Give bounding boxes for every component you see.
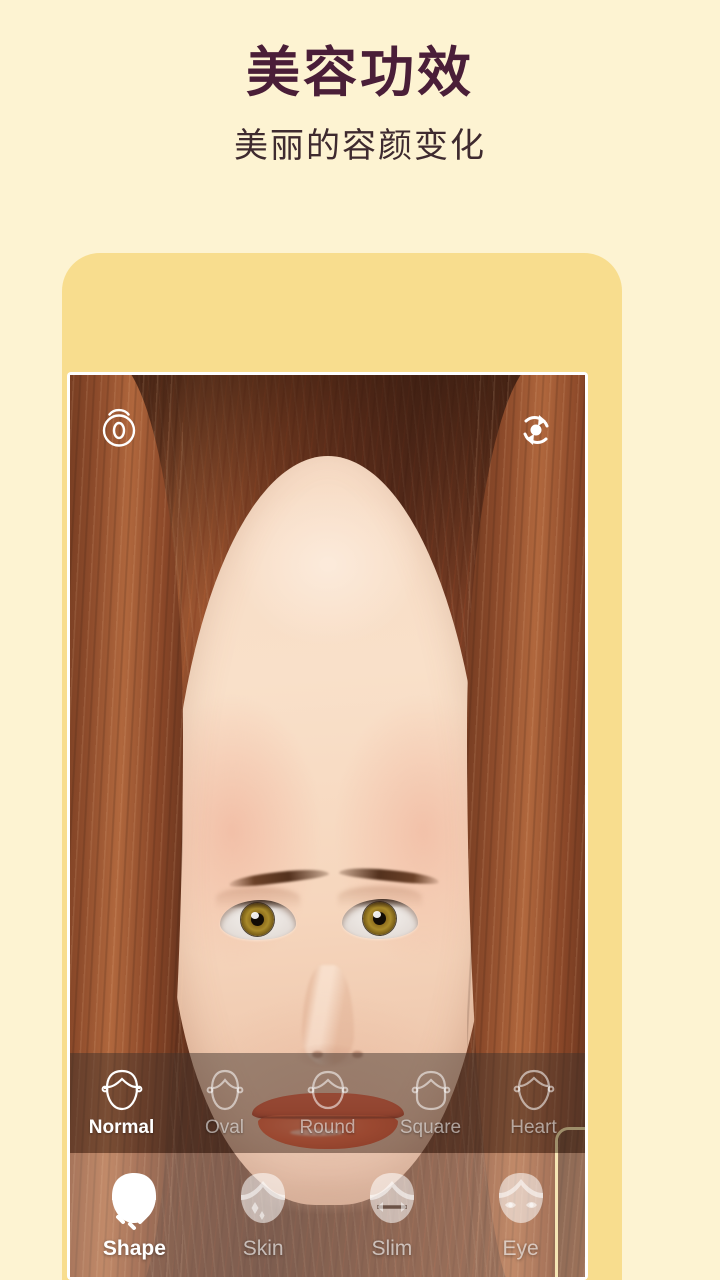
shape-option-label: Normal [88, 1116, 155, 1138]
tool-eye[interactable]: Eye [456, 1169, 585, 1261]
shape-option-label: Round [299, 1116, 356, 1138]
face-heart-icon [513, 1068, 555, 1114]
face-oval-icon [204, 1068, 246, 1114]
face-normal-icon [101, 1068, 143, 1114]
tool-label: Skin [242, 1237, 284, 1260]
beauty-tools-bar: Shape Skin Slim Eye [70, 1153, 585, 1277]
eye-left [220, 900, 296, 940]
slim-tool-icon [360, 1169, 424, 1235]
camera-preview: Before Normal [70, 375, 585, 1277]
page-subtitle: 美丽的容颜变化 [234, 127, 486, 165]
eye-tool-icon [489, 1169, 553, 1235]
shape-option-label: Square [399, 1116, 462, 1138]
shape-option-label: Oval [204, 1116, 245, 1138]
shape-option-heart[interactable]: Heart [482, 1068, 585, 1139]
shape-option-label: Heart [510, 1116, 557, 1138]
page-title: 美容功效 [246, 43, 474, 103]
eyelash-left [220, 900, 296, 909]
shape-option-round[interactable]: Round [276, 1068, 379, 1139]
phone-screen: Before Normal [67, 372, 588, 1280]
tool-skin[interactable]: Skin [199, 1169, 328, 1261]
tool-label: Eye [502, 1237, 539, 1260]
eye-right [342, 899, 418, 939]
camera-switch-icon[interactable] [513, 407, 559, 453]
eye-glint-right [372, 910, 381, 918]
tool-shape[interactable]: Shape [70, 1169, 199, 1261]
shape-option-normal[interactable]: Normal [70, 1068, 173, 1139]
tool-label: Slim [371, 1237, 413, 1260]
shape-tool-icon [102, 1169, 166, 1235]
face-square-icon [410, 1068, 452, 1114]
timer-icon[interactable] [96, 405, 142, 451]
shape-option-square[interactable]: Square [379, 1068, 482, 1139]
face-round-icon [307, 1068, 349, 1114]
eye-glint-left [250, 911, 259, 919]
forehead-highlight [234, 483, 421, 646]
eyelash-right [342, 899, 418, 908]
promo-header: 美容功效 美丽的容颜变化 [0, 0, 720, 250]
skin-tool-icon [231, 1169, 295, 1235]
tool-label: Shape [102, 1237, 166, 1260]
face-shape-selector: Normal Oval Round Square Heart [70, 1053, 585, 1153]
shape-option-oval[interactable]: Oval [173, 1068, 276, 1139]
app-screenshot: 美容功效 美丽的容颜变化 Normal Oval Round Square He… [0, 0, 720, 1280]
tool-slim[interactable]: Slim [328, 1169, 457, 1261]
